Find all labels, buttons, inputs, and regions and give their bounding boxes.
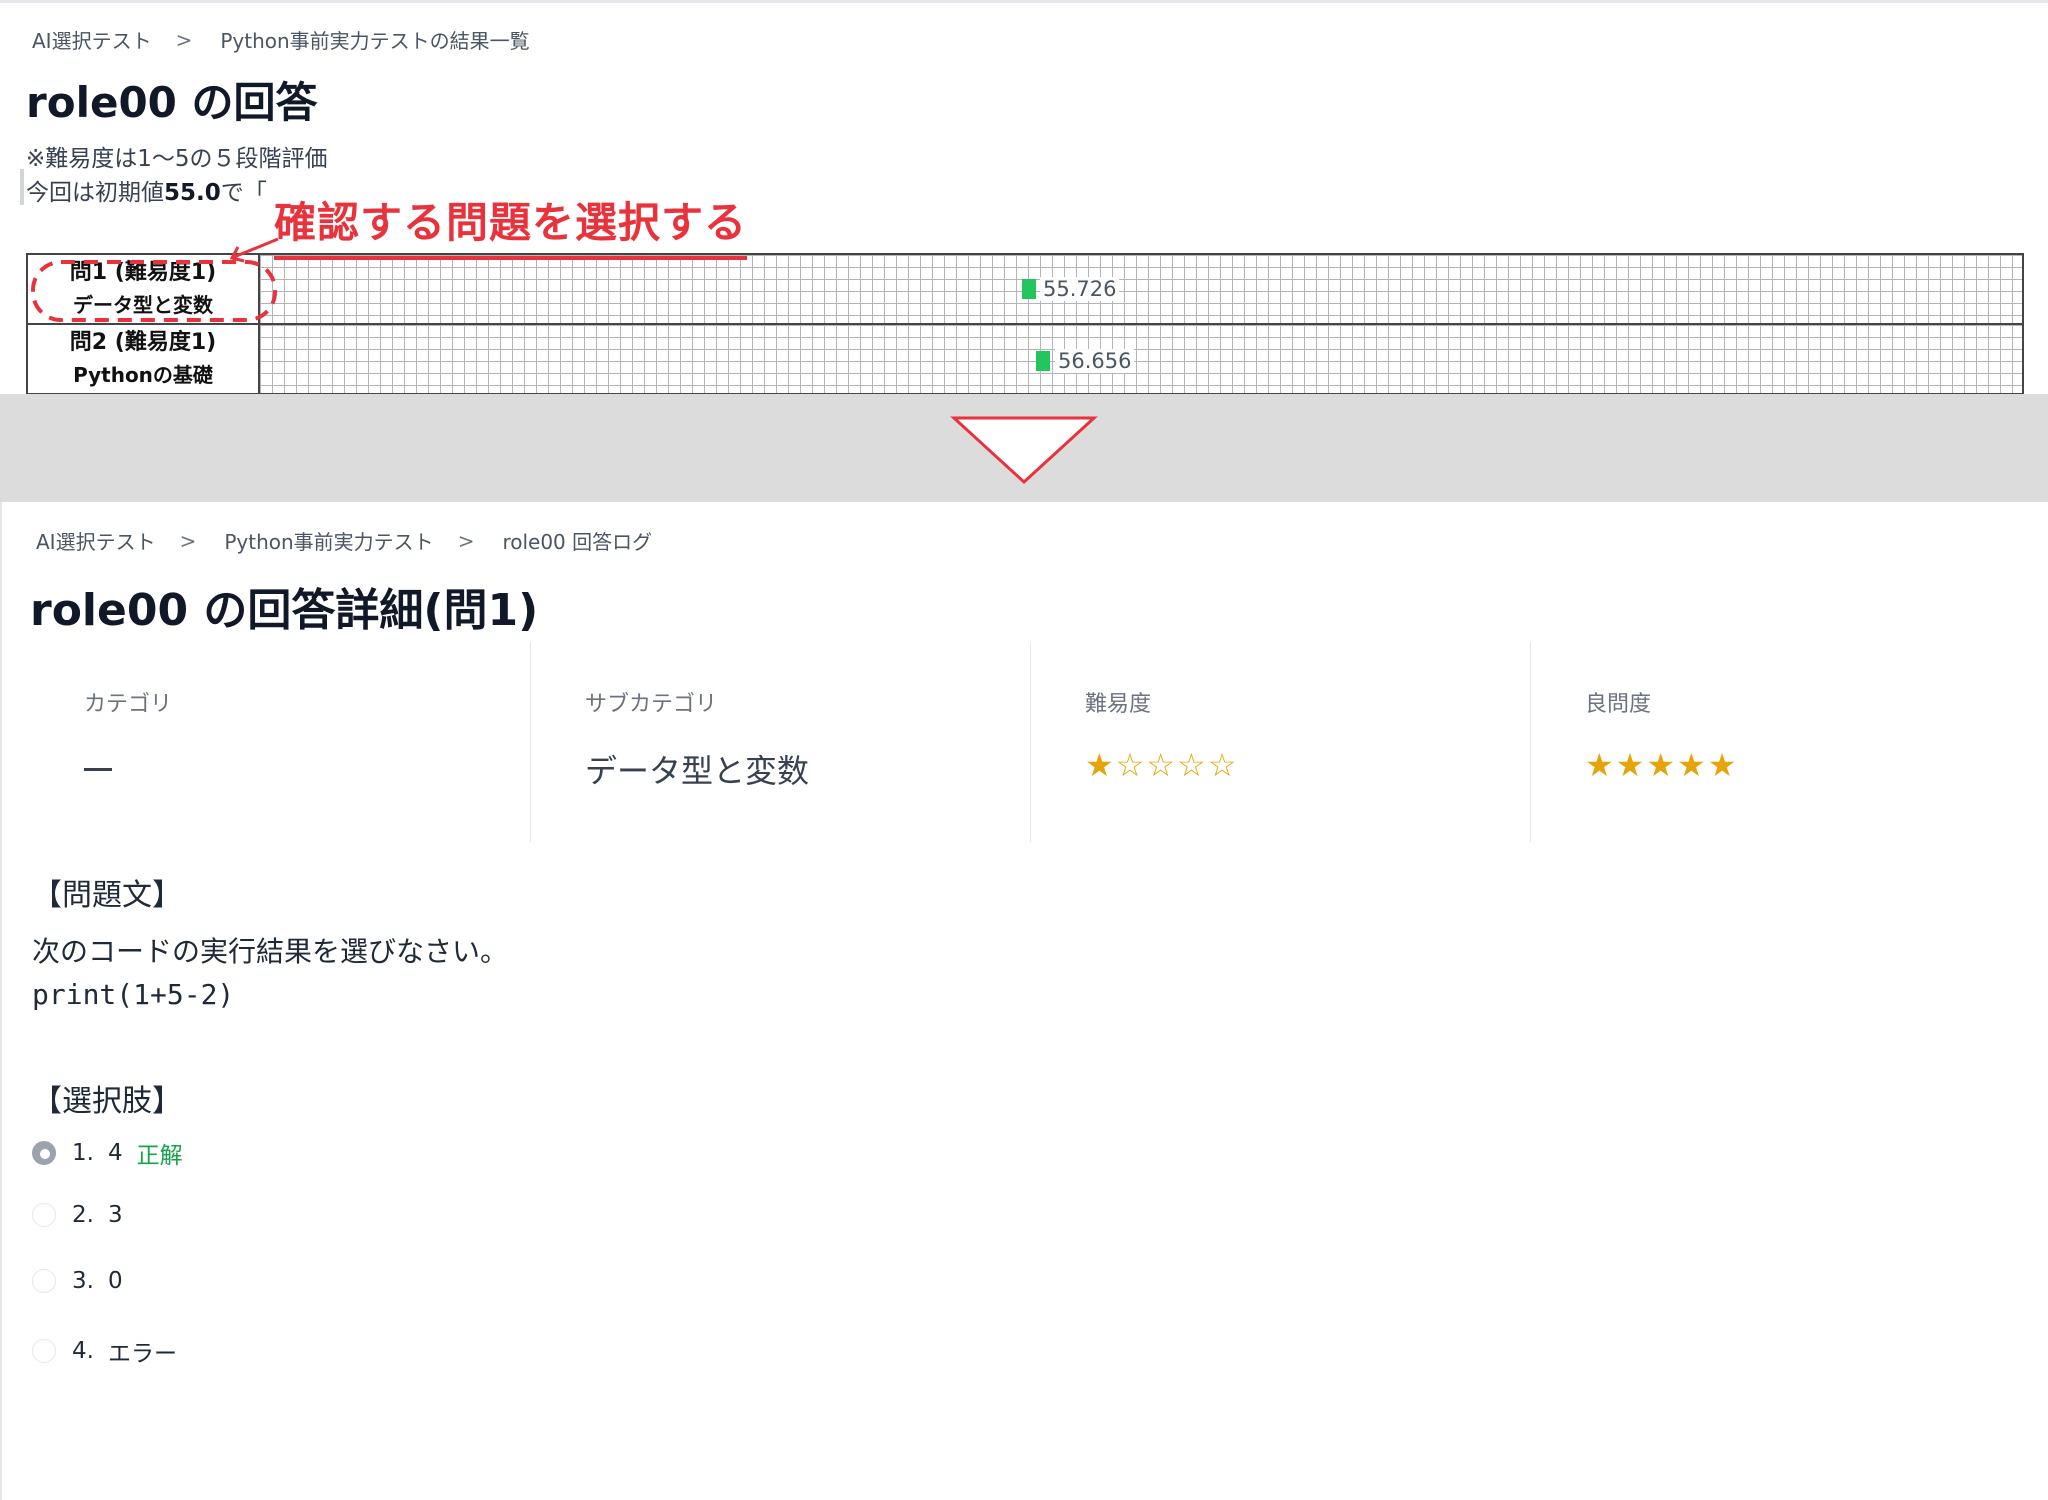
initial-value-note: 今回は初期値55.0で「 — [26, 173, 267, 207]
question-heading: 【問題文】 — [32, 878, 182, 913]
question-label[interactable]: 問2 (難易度1) Pythonの基礎 — [28, 325, 260, 393]
note-suffix: で「 — [220, 180, 267, 206]
stat-label: カテゴリ — [84, 692, 173, 717]
note-initial-value: 55.0 — [164, 180, 221, 206]
step-divider — [0, 394, 2048, 502]
grid-area: 55.726 — [260, 255, 2022, 323]
annotation-callout: 確認する問題を選択する — [274, 189, 748, 260]
note-accent-bar — [20, 169, 24, 205]
page-title: role00 の回答詳細(問1) — [30, 585, 539, 636]
stat-difficulty: 難易度 ★☆☆☆☆ — [1029, 642, 1530, 842]
stat-quality: 良問度 ★★★★★ — [1529, 642, 2030, 842]
down-triangle-icon — [950, 416, 1098, 485]
question-text: 次のコードの実行結果を選びなさい。 — [32, 935, 509, 968]
breadcrumb-item-answer-log[interactable]: role00 回答ログ — [502, 526, 652, 555]
breadcrumb-item-python-test[interactable]: Python事前実力テスト — [224, 526, 433, 555]
choice-text: エラー — [107, 1341, 177, 1367]
choice-number: 1. — [72, 1140, 94, 1166]
results-list-screen: AI選択テスト > Python事前実力テストの結果一覧 role00 の回答 … — [0, 0, 2048, 394]
score-bar — [1022, 279, 1036, 299]
stat-value: データ型と変数 — [584, 752, 809, 790]
stat-label: 難易度 — [1084, 692, 1151, 717]
stat-label: サブカテゴリ — [584, 692, 717, 717]
breadcrumb-item-ai-test[interactable]: AI選択テスト — [32, 25, 152, 54]
breadcrumb: AI選択テスト > Python事前実力テストの結果一覧 — [32, 25, 530, 54]
choice-item[interactable]: 3. 0 — [32, 1268, 123, 1294]
choice-text: 4 — [107, 1140, 123, 1166]
question-subcategory: Pythonの基礎 — [73, 363, 213, 387]
radio-unselected[interactable] — [32, 1339, 56, 1363]
question-code: print(1+5-2) — [32, 978, 235, 1011]
choice-text: 0 — [107, 1268, 123, 1294]
annotation-arrow-icon — [229, 237, 279, 263]
question-stats: カテゴリ サブカテゴリ データ型と変数 難易度 ★☆☆☆☆ 良問度 ★★★★★ — [30, 642, 2030, 842]
breadcrumb-separator: > — [179, 528, 197, 553]
tutorial-figure: AI選択テスト > Python事前実力テストの結果一覧 role00 の回答 … — [0, 0, 2048, 1500]
difficulty-note: ※難易度は1～5の５段階評価 — [26, 146, 328, 172]
difficulty-stars-icon: ★☆☆☆☆ — [1084, 746, 1239, 784]
question-row[interactable]: 問1 (難易度1) データ型と変数 55.726 — [26, 253, 2024, 325]
correct-badge: 正解 — [136, 1143, 183, 1169]
choice-text: 3 — [107, 1202, 123, 1228]
radio-selected[interactable] — [32, 1141, 56, 1165]
empty-value-dash — [84, 768, 112, 771]
breadcrumb-item-ai-test[interactable]: AI選択テスト — [36, 526, 156, 555]
answer-detail-screen: AI選択テスト > Python事前実力テスト > role00 回答ログ ro… — [0, 502, 2048, 1500]
grid-area: 56.656 — [260, 325, 2022, 393]
choices-heading: 【選択肢】 — [32, 1084, 182, 1119]
highlight-ellipse — [31, 260, 277, 322]
radio-unselected[interactable] — [32, 1203, 56, 1227]
choice-number: 3. — [72, 1268, 94, 1294]
choice-number: 4. — [72, 1338, 94, 1364]
note-prefix: 今回は初期値 — [26, 180, 164, 206]
radio-unselected[interactable] — [32, 1269, 56, 1293]
question-number: 問2 (難易度1) — [69, 330, 217, 355]
stat-label: 良問度 — [1584, 692, 1651, 717]
score-value: 56.656 — [1055, 349, 1135, 373]
quality-stars-icon: ★★★★★ — [1584, 746, 1739, 784]
stat-category: カテゴリ — [30, 642, 530, 842]
breadcrumb: AI選択テスト > Python事前実力テスト > role00 回答ログ — [36, 526, 652, 555]
breadcrumb-separator: > — [175, 27, 193, 52]
score-value: 55.726 — [1040, 277, 1120, 301]
page-title: role00 の回答 — [26, 78, 318, 127]
choice-number: 2. — [72, 1202, 94, 1228]
choice-item[interactable]: 4. エラー — [32, 1334, 177, 1368]
question-row[interactable]: 問2 (難易度1) Pythonの基礎 56.656 — [26, 323, 2024, 394]
choice-item[interactable]: 1. 4 正解 — [32, 1136, 183, 1170]
breadcrumb-item-results[interactable]: Python事前実力テストの結果一覧 — [220, 25, 529, 54]
stat-subcategory: サブカテゴリ データ型と変数 — [529, 642, 1030, 842]
breadcrumb-separator: > — [457, 528, 475, 553]
score-bar — [1036, 351, 1050, 371]
choice-item[interactable]: 2. 3 — [32, 1202, 123, 1228]
